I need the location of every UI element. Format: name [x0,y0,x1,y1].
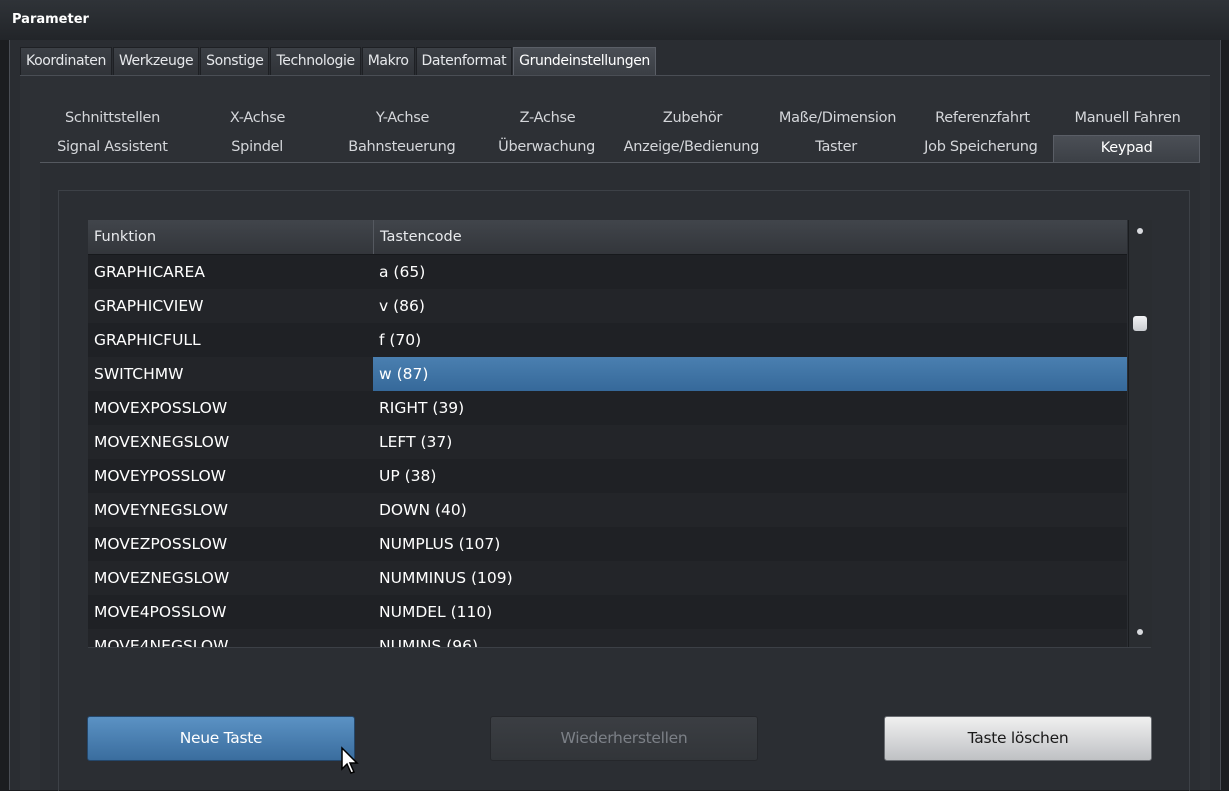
cell-tastencode[interactable]: a (65) [373,255,1127,289]
cell-tastencode[interactable]: DOWN (40) [373,493,1127,527]
table-row[interactable]: MOVEZNEGSLOW NUMMINUS (109) [88,561,1127,595]
subtab-x-achse[interactable]: X-Achse [185,106,330,131]
subtab-keypad[interactable]: Keypad [1053,135,1200,162]
table-row[interactable]: GRAPHICVIEW v (86) [88,289,1127,323]
column-header-tastencode[interactable]: Tastencode [374,220,1127,254]
tab-koordinaten[interactable]: Koordinaten [20,47,112,75]
subtab-spindel[interactable]: Spindel [185,135,330,162]
cell-funktion: MOVEYPOSSLOW [94,467,226,485]
title-bar: Parameter [0,0,1229,40]
tab-grundeinstellungen[interactable]: Grundeinstellungen [513,47,656,75]
subtab-manuell-fahren[interactable]: Manuell Fahren [1055,106,1200,131]
subtab-taster[interactable]: Taster [764,135,909,162]
cell-funktion: GRAPHICAREA [94,263,205,281]
delete-key-button[interactable]: Taste löschen [884,716,1152,761]
cell-funktion: GRAPHICFULL [94,331,201,349]
cell-funktion: MOVEXPOSSLOW [94,399,228,417]
sub-tab-bar-row2: Signal Assistent Spindel Bahnsteuerung Über… [40,135,1200,162]
table-row[interactable]: GRAPHICFULL f (70) [88,323,1127,357]
cell-tastencode[interactable]: v (86) [373,289,1127,323]
subtab-schnittstellen[interactable]: Schnittstellen [40,106,185,131]
top-tab-bar: Koordinaten Werkzeuge Sonstige Technologie M… [20,47,657,75]
cell-funktion: MOVE4NEGSLOW [94,637,229,647]
scroll-up-icon[interactable] [1137,228,1143,234]
table-row[interactable]: MOVE4NEGSLOW NUMINS (96) [88,629,1127,647]
subtab-y-achse[interactable]: Y-Achse [330,106,475,131]
window-title: Parameter [12,12,89,27]
tab-datenformat[interactable]: Datenformat [415,47,513,75]
cell-funktion: MOVEZNEGSLOW [94,569,230,587]
table-row[interactable]: MOVEYNEGSLOW DOWN (40) [88,493,1127,527]
table-header: Funktion Tastencode [88,220,1127,255]
tab-technologie[interactable]: Technologie [270,47,361,75]
cell-funktion: MOVEXNEGSLOW [94,433,230,451]
subtab-anzeige-bedienung[interactable]: Anzeige/Bedienung [619,135,764,162]
scroll-down-icon[interactable] [1137,629,1143,635]
new-key-button[interactable]: Neue Taste [87,716,355,761]
column-header-funktion[interactable]: Funktion [88,220,374,254]
tab-werkzeuge[interactable]: Werkzeuge [112,47,200,75]
cell-tastencode[interactable]: NUMINS (96) [373,629,1127,647]
scroll-thumb[interactable] [1133,316,1147,331]
sub-tab-bar-row1: Schnittstellen X-Achse Y-Achse Z-Achse Zubeh… [40,106,1200,131]
subtab-z-achse[interactable]: Z-Achse [475,106,620,131]
table-scrollbar[interactable] [1128,220,1152,647]
subtab-signal-assistent[interactable]: Signal Assistent [40,135,185,162]
tab-makro[interactable]: Makro [361,47,415,75]
cell-tastencode[interactable]: NUMDEL (110) [373,595,1127,629]
subtab-überwachung[interactable]: Überwachung [474,135,619,162]
cell-funktion: MOVE4POSSLOW [94,603,227,621]
restore-button[interactable]: Wiederherstellen [490,716,758,761]
subtab-zubehör[interactable]: Zubehör [620,106,765,131]
mouse-pointer-icon [341,746,359,774]
cell-tastencode[interactable]: w (87) [373,357,1127,391]
cell-tastencode[interactable]: RIGHT (39) [373,391,1127,425]
table-body: GRAPHICAREA a (65) GRAPHICVIEW v (86) GRAPHI… [88,255,1127,647]
table-row[interactable]: MOVEYPOSSLOW UP (38) [88,459,1127,493]
cell-tastencode[interactable]: f (70) [373,323,1127,357]
cell-funktion: MOVEYNEGSLOW [94,501,229,519]
table-row[interactable]: MOVEXPOSSLOW RIGHT (39) [88,391,1127,425]
tab-sonstige[interactable]: Sonstige [200,47,270,75]
table-row[interactable]: GRAPHICAREA a (65) [88,255,1127,289]
subtab-job-speicherung[interactable]: Job Speicherung [909,135,1054,162]
subtab-bahnsteuerung[interactable]: Bahnsteuerung [330,135,475,162]
table-row[interactable]: SWITCHMW w (87) [88,357,1127,391]
cell-tastencode[interactable]: UP (38) [373,459,1127,493]
cell-tastencode[interactable]: LEFT (37) [373,425,1127,459]
cell-tastencode[interactable]: NUMMINUS (109) [373,561,1127,595]
table-row[interactable]: MOVEXNEGSLOW LEFT (37) [88,425,1127,459]
table-row[interactable]: MOVE4POSSLOW NUMDEL (110) [88,595,1127,629]
cell-funktion: MOVEZPOSSLOW [94,535,228,553]
subtab-referenzfahrt[interactable]: Referenzfahrt [910,106,1055,131]
keypad-table[interactable]: Funktion Tastencode GRAPHICAREA a (65) GRA… [88,220,1127,647]
table-bottom-border [88,647,1151,648]
cell-funktion: SWITCHMW [94,365,184,383]
cell-funktion: GRAPHICVIEW [94,297,204,315]
subtab-maße-dimension[interactable]: Maße/Dimension [765,106,910,131]
table-row[interactable]: MOVEZPOSSLOW NUMPLUS (107) [88,527,1127,561]
cell-tastencode[interactable]: NUMPLUS (107) [373,527,1127,561]
